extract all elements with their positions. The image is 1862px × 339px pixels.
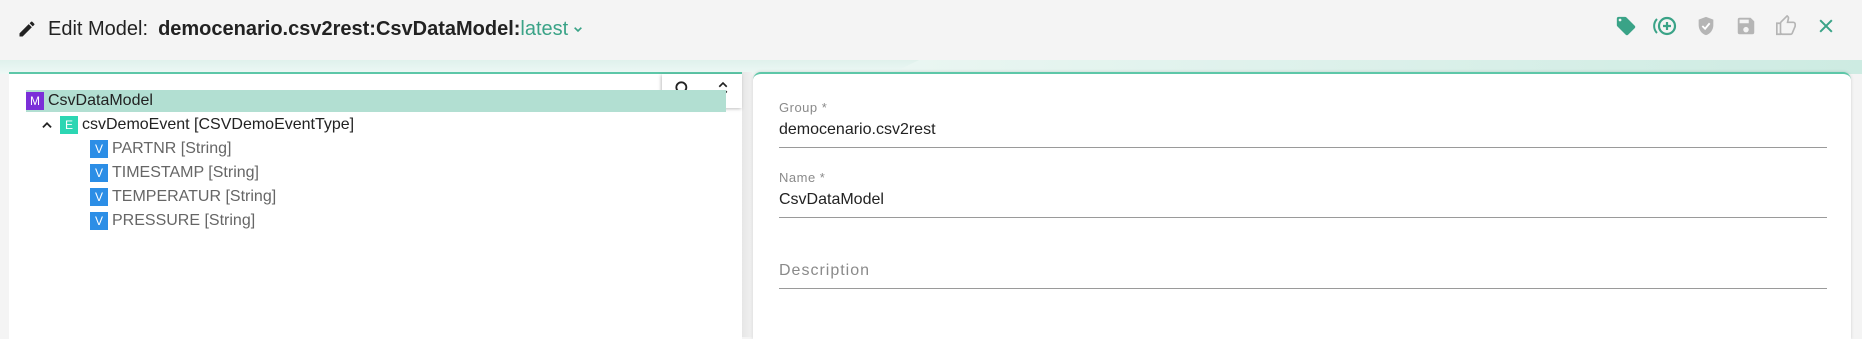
tag-icon: [1615, 15, 1637, 42]
name-label: Name *: [779, 170, 826, 185]
thumbs-up-icon: [1775, 14, 1797, 42]
toolbar: [1612, 14, 1840, 42]
pencil-icon: [16, 18, 38, 40]
header-bar: Edit Model: democenario.csv2rest:CsvData…: [0, 0, 1862, 58]
model-form-panel: Group * democenario.csv2rest Name * CsvD…: [753, 72, 1851, 339]
version-select[interactable]: latest: [520, 18, 568, 41]
value-badge: V: [90, 164, 108, 182]
tree-node-label: TEMPERATUR [String]: [112, 188, 277, 205]
value-badge: V: [90, 212, 108, 230]
chevron-down-icon[interactable]: [570, 20, 588, 38]
group-label: Group *: [779, 100, 828, 115]
save-icon: [1735, 15, 1757, 42]
name-input[interactable]: CsvDataModel: [779, 191, 1827, 209]
model-name: democenario.csv2rest:CsvDataModel:: [158, 17, 521, 40]
save-button[interactable]: [1732, 14, 1760, 42]
tree-node-value[interactable]: V PRESSURE [String]: [90, 210, 255, 232]
page-title-label: Edit Model:: [48, 17, 149, 40]
tree-node-value[interactable]: V TIMESTAMP [String]: [90, 162, 259, 184]
close-icon: [1816, 16, 1836, 41]
group-underline: [779, 147, 1827, 148]
tag-button[interactable]: [1612, 14, 1640, 42]
tree-node-label: csvDemoEvent [CSVDemoEventType]: [82, 116, 355, 133]
group-input[interactable]: democenario.csv2rest: [779, 121, 1827, 139]
description-input[interactable]: Description: [779, 262, 1827, 280]
name-underline: [779, 217, 1827, 218]
tree-node-label: PARTNR [String]: [112, 140, 232, 157]
model-badge: M: [26, 92, 44, 110]
description-underline: [779, 288, 1827, 289]
approve-button[interactable]: [1772, 14, 1800, 42]
chevron-up-icon[interactable]: [40, 118, 54, 132]
add-circle-icon: [1653, 14, 1679, 43]
value-badge: V: [90, 188, 108, 206]
name-field[interactable]: Name * CsvDataModel: [779, 170, 1827, 218]
close-button[interactable]: [1812, 14, 1840, 42]
tree-node-value[interactable]: V TEMPERATUR [String]: [90, 186, 276, 208]
tree-node-value[interactable]: V PARTNR [String]: [90, 138, 231, 160]
tree-node-label: TIMESTAMP [String]: [112, 164, 259, 181]
tree-node-model[interactable]: M CsvDataModel: [26, 90, 726, 112]
tree-node-label: PRESSURE [String]: [112, 212, 256, 229]
tree-node-label: CsvDataModel: [48, 92, 153, 109]
value-badge: V: [90, 140, 108, 158]
add-button[interactable]: [1652, 14, 1680, 42]
description-field[interactable]: Description: [779, 262, 1827, 289]
event-badge: E: [60, 116, 78, 134]
group-field[interactable]: Group * democenario.csv2rest: [779, 100, 1827, 148]
tree-node-event[interactable]: E csvDemoEvent [CSVDemoEventType]: [40, 114, 354, 136]
verify-button[interactable]: [1692, 14, 1720, 42]
panel-splitter[interactable]: [742, 72, 752, 337]
shield-check-icon: [1695, 15, 1717, 42]
